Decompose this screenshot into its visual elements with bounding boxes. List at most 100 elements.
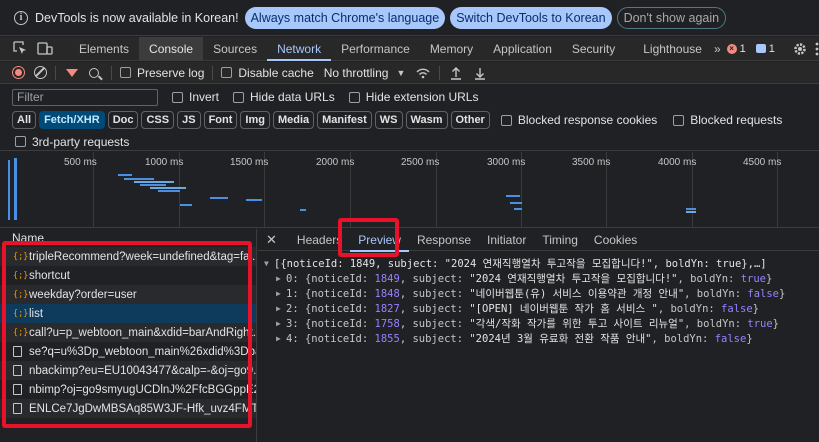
- inspect-element-icon[interactable]: [13, 41, 28, 57]
- timeline-tick: 2000 ms: [316, 157, 355, 168]
- type-all-button[interactable]: All: [12, 111, 37, 129]
- tab-lighthouse[interactable]: Lighthouse: [625, 37, 712, 61]
- tab-performance[interactable]: Performance: [331, 37, 420, 61]
- timeline-tick: 500 ms: [64, 157, 97, 168]
- tab-response[interactable]: Response: [409, 229, 479, 251]
- list-item[interactable]: {;} call?u=p_webtoon_main&xdid=barAndRigh…: [0, 323, 256, 342]
- xhr-icon: {;}: [13, 270, 29, 281]
- error-counter[interactable]: × 1: [726, 43, 746, 55]
- preview-row[interactable]: ▶ 2: {noticeId: 1827, subject: "[OPEN] 네이…: [258, 301, 819, 316]
- search-icon[interactable]: [89, 67, 99, 78]
- timeline-tick: 4500 ms: [743, 157, 782, 168]
- list-item[interactable]: nbimp?oj=go9smyugUCDlnJ%2FfcBGGppE2...: [0, 380, 256, 399]
- tab-headers[interactable]: Headers: [289, 229, 350, 251]
- list-item[interactable]: se?q=u%3Dp_webtoon_main%26xdid%3Dba...: [0, 342, 256, 361]
- type-js-button[interactable]: JS: [177, 111, 201, 129]
- chevron-down-icon: ▼: [396, 67, 406, 78]
- timeline-overview[interactable]: 500 ms 1000 ms 1500 ms 2000 ms 2500 ms 3…: [0, 152, 819, 228]
- list-item[interactable]: {;} list: [0, 304, 256, 323]
- tab-memory[interactable]: Memory: [420, 37, 483, 61]
- expand-right-icon: ▶: [276, 274, 281, 283]
- json-preview: ▼ [{noticeId: 1849, subject: "2024 연재직행열차…: [258, 251, 819, 346]
- invert-checkbox[interactable]: Invert: [172, 90, 219, 104]
- third-party-requests-checkbox[interactable]: 3rd-party requests: [15, 135, 129, 149]
- import-har-icon[interactable]: [448, 65, 464, 81]
- tab-cookies[interactable]: Cookies: [586, 229, 645, 251]
- xhr-icon: {;}: [13, 308, 29, 319]
- filter-icon[interactable]: [66, 68, 78, 77]
- tab-application[interactable]: Application: [483, 37, 562, 61]
- preview-row[interactable]: ▶ 4: {noticeId: 1855, subject: "2024년 3월 …: [258, 331, 819, 346]
- list-item[interactable]: ENLCe7JgDwMBSAq85W3JF-Hfk_uvz4FMTGl...: [0, 399, 256, 418]
- third-party-row: 3rd-party requests: [0, 133, 819, 151]
- xhr-icon: {;}: [13, 327, 29, 338]
- info-icon: i: [14, 10, 28, 25]
- hide-extension-urls-checkbox[interactable]: Hide extension URLs: [348, 90, 478, 104]
- preview-row[interactable]: ▶ 1: {noticeId: 1848, subject: "네이버웹툰(유) …: [258, 286, 819, 301]
- timeline-tick: 4000 ms: [658, 157, 697, 168]
- type-media-button[interactable]: Media: [272, 111, 315, 129]
- preview-row[interactable]: ▶ 0: {noticeId: 1849, subject: "2024 연재직행…: [258, 271, 819, 286]
- list-item[interactable]: {;} weekday?order=user: [0, 285, 256, 304]
- document-icon: [13, 384, 22, 395]
- message-counter[interactable]: 1: [755, 43, 775, 55]
- expand-right-icon: ▶: [276, 334, 281, 343]
- hide-data-urls-checkbox[interactable]: Hide data URLs: [233, 90, 335, 104]
- type-other-button[interactable]: Other: [450, 111, 490, 129]
- type-manifest-button[interactable]: Manifest: [317, 111, 372, 129]
- list-item[interactable]: nbackimp?eu=EU10043477&calp=-&oj=go9...: [0, 361, 256, 380]
- tab-elements[interactable]: Elements: [69, 37, 139, 61]
- request-list: Name {;} tripleRecommend?week=undefined&t…: [0, 229, 257, 442]
- tab-security[interactable]: Security: [562, 37, 625, 61]
- type-ws-button[interactable]: WS: [374, 111, 403, 129]
- settings-gear-icon[interactable]: [793, 41, 807, 57]
- timeline-tick: 1500 ms: [230, 157, 269, 168]
- dont-show-again-button[interactable]: Don't show again: [616, 6, 727, 29]
- list-item[interactable]: {;} tripleRecommend?week=undefined&tag=fa…: [0, 247, 256, 266]
- expand-right-icon: ▶: [276, 319, 281, 328]
- more-tabs-icon[interactable]: »: [714, 41, 721, 57]
- preview-row[interactable]: ▶ 3: {noticeId: 1758, subject: "각색/작화 작가를…: [258, 316, 819, 331]
- tab-preview[interactable]: Preview: [350, 229, 409, 252]
- clear-icon[interactable]: [34, 66, 47, 79]
- tab-console[interactable]: Console: [139, 36, 204, 61]
- record-icon[interactable]: [12, 66, 25, 79]
- tab-sources[interactable]: Sources: [203, 37, 267, 61]
- switch-to-korean-button[interactable]: Switch DevTools to Korean: [450, 6, 612, 29]
- blocked-response-cookies-checkbox[interactable]: Blocked response cookies: [500, 113, 657, 127]
- device-toolbar-icon[interactable]: [37, 41, 53, 57]
- tab-timing[interactable]: Timing: [534, 229, 586, 251]
- preview-summary[interactable]: ▼ [{noticeId: 1849, subject: "2024 연재직행열차…: [258, 256, 819, 271]
- more-options-icon[interactable]: [815, 41, 819, 57]
- tab-network[interactable]: Network: [267, 37, 332, 61]
- throttling-select[interactable]: No throttling ▼: [324, 66, 406, 80]
- timeline-tick: 2500 ms: [401, 157, 440, 168]
- always-match-language-button[interactable]: Always match Chrome's language: [244, 6, 446, 29]
- xhr-icon: {;}: [13, 251, 29, 262]
- type-doc-button[interactable]: Doc: [107, 111, 139, 129]
- network-conditions-icon[interactable]: [415, 65, 431, 81]
- error-icon: ×: [726, 43, 737, 54]
- document-icon: [13, 346, 22, 357]
- type-img-button[interactable]: Img: [240, 111, 270, 129]
- close-icon[interactable]: ✕: [266, 232, 277, 248]
- list-item[interactable]: {;} shortcut: [0, 266, 256, 285]
- blocked-requests-checkbox[interactable]: Blocked requests: [673, 113, 782, 127]
- network-toolbar: Preserve log Disable cache No throttling…: [0, 62, 819, 84]
- type-css-button[interactable]: CSS: [141, 111, 175, 129]
- expand-right-icon: ▶: [276, 304, 281, 313]
- expand-down-icon: ▼: [264, 259, 269, 268]
- tab-initiator[interactable]: Initiator: [479, 229, 534, 251]
- filter-input[interactable]: [12, 88, 158, 106]
- infobar-message: DevTools is now available in Korean!: [35, 10, 239, 25]
- export-har-icon[interactable]: [472, 65, 488, 81]
- preserve-log-checkbox[interactable]: Preserve log: [120, 66, 204, 80]
- type-fetch-xhr-button[interactable]: Fetch/XHR: [39, 111, 105, 129]
- disable-cache-checkbox[interactable]: Disable cache: [221, 66, 314, 80]
- name-column-header[interactable]: Name: [0, 229, 256, 247]
- type-font-button[interactable]: Font: [203, 111, 238, 129]
- type-wasm-button[interactable]: Wasm: [405, 111, 448, 129]
- timeline-tick: 3000 ms: [487, 157, 526, 168]
- timeline-tick: 3500 ms: [572, 157, 611, 168]
- document-icon: [13, 403, 22, 414]
